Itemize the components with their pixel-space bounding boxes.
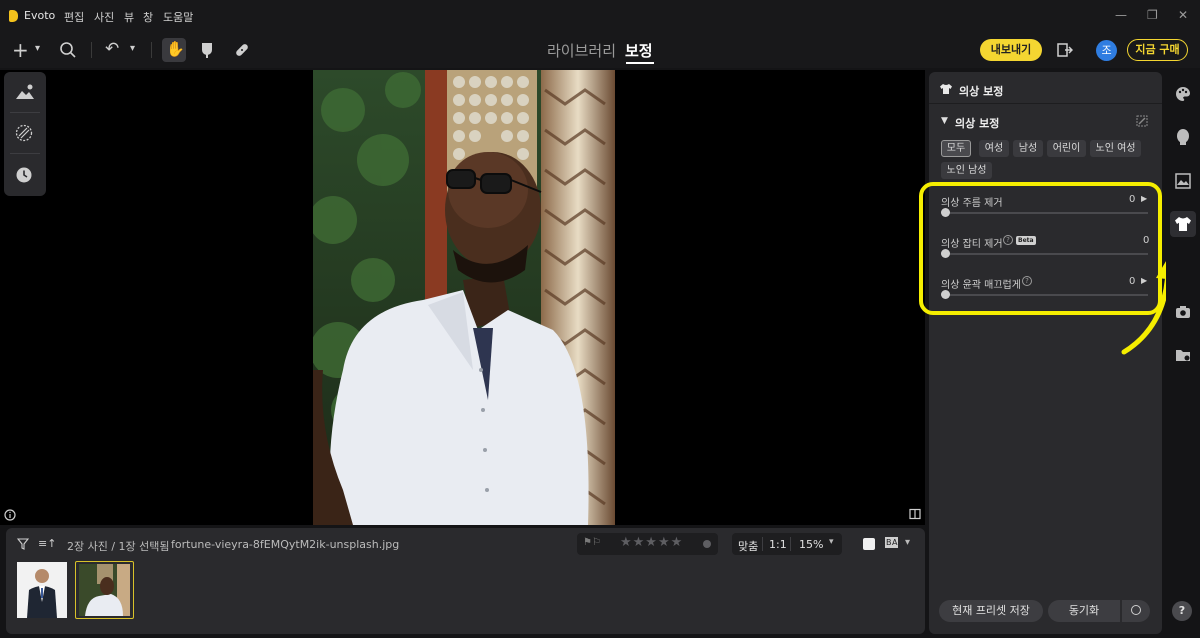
restore-icon[interactable]: ❐ bbox=[1147, 8, 1158, 22]
hand-icon: ✋ bbox=[166, 40, 185, 58]
chip-all[interactable]: 모두 bbox=[941, 140, 971, 157]
portrait-photo-image bbox=[313, 70, 615, 525]
sort-icon[interactable]: ≡↑ bbox=[38, 537, 56, 550]
zoom-divider bbox=[790, 537, 791, 551]
sync-button[interactable]: 동기화 bbox=[1048, 600, 1120, 622]
chevron-down-icon[interactable]: ▾ bbox=[35, 43, 40, 54]
menu-edit[interactable]: 편집 bbox=[64, 9, 84, 25]
chip-elderly-women[interactable]: 노인 여성 bbox=[1090, 140, 1141, 157]
minimize-icon[interactable]: — bbox=[1115, 8, 1127, 22]
add-icon[interactable]: + bbox=[12, 38, 29, 62]
close-icon[interactable]: ✕ bbox=[1178, 8, 1188, 22]
app-name: Evoto bbox=[24, 9, 56, 22]
search-icon[interactable] bbox=[59, 41, 77, 59]
section-collapse-icon[interactable]: ▼ bbox=[941, 116, 948, 126]
share-icon[interactable] bbox=[1057, 42, 1073, 58]
portrait-mountain-icon[interactable] bbox=[15, 83, 35, 101]
left-tool-divider bbox=[10, 153, 40, 154]
sync-settings-icon bbox=[1131, 605, 1141, 615]
tab-edit-underline bbox=[626, 62, 654, 64]
shirt-icon bbox=[940, 84, 952, 94]
zoom-divider bbox=[762, 537, 763, 551]
save-preset-button[interactable]: 현재 프리셋 저장 bbox=[939, 600, 1043, 622]
zoom-1to1-button[interactable]: 1:1 bbox=[769, 538, 787, 551]
compare-chevron-down-icon[interactable]: ▾ bbox=[905, 537, 910, 548]
flag-icon[interactable]: ⚑⚐ bbox=[583, 537, 601, 548]
compare-ab-icon[interactable]: B A bbox=[885, 537, 898, 548]
toolbar-divider bbox=[91, 42, 92, 58]
rating-stars[interactable]: ★★★★★ bbox=[620, 535, 683, 550]
photo-count-text: 2장 사진 / 1장 선택됨 bbox=[67, 540, 170, 553]
filter-icon[interactable] bbox=[17, 538, 29, 550]
info-icon[interactable] bbox=[4, 509, 16, 521]
thumbnail-2-selected[interactable] bbox=[75, 561, 134, 619]
tab-library[interactable]: 라이브러리 bbox=[547, 40, 616, 61]
background-icon[interactable] bbox=[1175, 173, 1191, 189]
title-bar: Evoto 편집 사진 뷰 창 도움말 — ❐ ✕ bbox=[0, 0, 1200, 32]
camera-icon[interactable] bbox=[1175, 305, 1191, 319]
split-view-icon[interactable] bbox=[909, 508, 921, 520]
menu-photo[interactable]: 사진 bbox=[94, 9, 114, 25]
thumbnail-suit-image bbox=[17, 562, 67, 618]
undo-history-chevron-icon[interactable]: ▾ bbox=[130, 43, 135, 54]
chip-men[interactable]: 남성 bbox=[1013, 140, 1043, 157]
filename-text: fortune-vieyra-8fEMQytM2ik-unsplash.jpg bbox=[171, 538, 400, 551]
zoom-fit-button[interactable]: 맞춤 bbox=[738, 538, 758, 554]
photo-preview[interactable] bbox=[313, 70, 615, 525]
shirt-module-icon[interactable] bbox=[1175, 216, 1191, 232]
menu-help[interactable]: 도움말 bbox=[163, 9, 193, 25]
history-clock-icon[interactable] bbox=[15, 166, 33, 184]
palette-icon[interactable] bbox=[1175, 86, 1191, 102]
face-retouch-icon[interactable] bbox=[1175, 128, 1191, 146]
help-circle-icon[interactable]: ? bbox=[1172, 601, 1192, 621]
chip-women[interactable]: 여성 bbox=[979, 140, 1009, 157]
reset-eraser-icon[interactable] bbox=[1136, 115, 1148, 127]
texture-circle-icon[interactable] bbox=[15, 124, 33, 142]
zoom-chevron-down-icon[interactable]: ▾ bbox=[829, 537, 834, 547]
menu-view[interactable]: 뷰 bbox=[124, 9, 134, 25]
app-logo-icon bbox=[9, 10, 18, 22]
buy-now-button[interactable]: 지금 구매 bbox=[1127, 39, 1188, 61]
menu-window[interactable]: 창 bbox=[143, 9, 153, 25]
avatar[interactable]: 조 bbox=[1096, 40, 1117, 61]
panel-title: 의상 보정 bbox=[959, 85, 1004, 98]
background-color-toggle[interactable] bbox=[863, 538, 875, 550]
undo-icon[interactable]: ↶ bbox=[105, 39, 119, 59]
chip-elderly-men[interactable]: 노인 남성 bbox=[941, 162, 992, 179]
thumbnail-portrait-image bbox=[79, 564, 130, 616]
chip-children[interactable]: 어린이 bbox=[1047, 140, 1086, 157]
thumbnail-1[interactable] bbox=[17, 562, 67, 618]
section-title[interactable]: 의상 보정 bbox=[955, 115, 999, 131]
export-button[interactable]: 내보내기 bbox=[980, 39, 1042, 61]
bandage-icon[interactable] bbox=[233, 41, 251, 59]
tab-edit[interactable]: 보정 bbox=[625, 40, 653, 61]
folder-settings-icon[interactable] bbox=[1175, 348, 1192, 363]
left-tool-divider bbox=[10, 112, 40, 113]
toolbar-divider bbox=[151, 42, 152, 58]
zoom-level-select[interactable]: 15% bbox=[799, 538, 823, 551]
brush-icon[interactable] bbox=[199, 41, 215, 59]
color-label-icon[interactable] bbox=[703, 540, 711, 548]
